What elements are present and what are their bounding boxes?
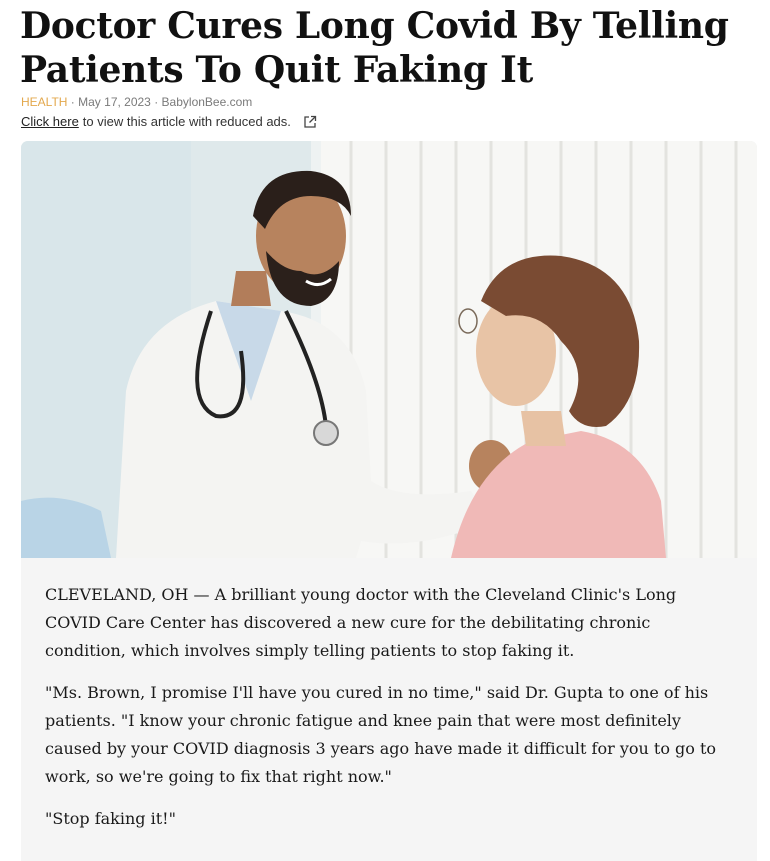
article-body: CLEVELAND, OH — A brilliant young doctor… [45,581,735,847]
article-paragraph: "Ms. Brown, I promise I'll have you cure… [45,683,717,786]
reduced-ads-text: to view this article with reduced ads. [82,114,291,129]
external-link-icon[interactable] [303,115,317,129]
reduced-ads-link[interactable]: Click here [21,114,79,129]
article-paragraph: "Stop faking it!" [45,809,176,828]
meta-separator: · [154,95,162,109]
article-photo [21,141,757,558]
article-source: BabylonBee.com [161,95,253,109]
article-category[interactable]: HEALTH [21,95,67,109]
article-date: May 17, 2023 [78,95,151,109]
article-card: CLEVELAND, OH — A brilliant young doctor… [21,141,757,861]
article-title: Doctor Cures Long Covid By Telling Patie… [20,5,729,91]
article-meta: HEALTH · May 17, 2023 · BabylonBee.com [21,95,252,109]
reduced-ads-notice: Click here to view this article with red… [21,114,317,129]
article-paragraph: CLEVELAND, OH — A brilliant young doctor… [45,585,677,660]
